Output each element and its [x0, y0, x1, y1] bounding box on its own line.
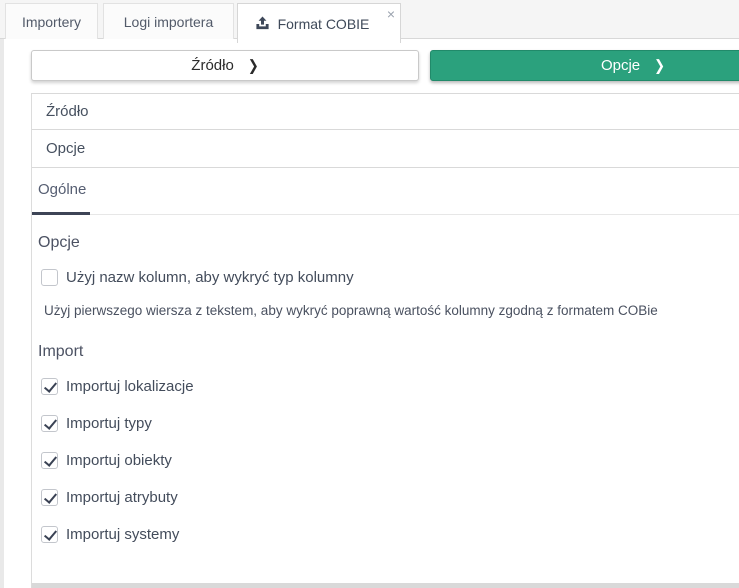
accordion-section-opcje[interactable]: Opcje: [32, 130, 739, 168]
import-objects-checkbox[interactable]: [41, 452, 58, 469]
options-step-label: Opcje: [601, 57, 640, 74]
tab-format-cobie-label: Format COBIE: [278, 16, 370, 32]
import-types-row: Importuj typy: [41, 413, 152, 433]
close-icon[interactable]: ×: [387, 7, 395, 21]
tab-logi-importera-label: Logi importera: [124, 14, 214, 30]
import-locations-row: Importuj lokalizacje: [41, 376, 194, 396]
import-attributes-row: Importuj atrybuty: [41, 487, 178, 507]
tab-importery[interactable]: Importery: [5, 3, 98, 39]
horizontal-scrollbar[interactable]: [32, 583, 739, 588]
accordion-zrodlo-label: Źródło: [46, 103, 89, 120]
import-objects-row: Importuj obiekty: [41, 450, 172, 470]
detect-column-type-row: Użyj nazw kolumn, aby wykryć typ kolumny: [41, 267, 354, 287]
chevron-right-icon: ❯: [248, 56, 259, 74]
tab-importery-label: Importery: [22, 14, 81, 30]
import-attributes-checkbox[interactable]: [41, 489, 58, 506]
import-locations-checkbox[interactable]: [41, 378, 58, 395]
source-step-button[interactable]: Źródło ❯: [31, 50, 419, 81]
left-gutter: [0, 39, 4, 588]
accordion-opcje-label: Opcje: [46, 140, 85, 157]
import-objects-label[interactable]: Importuj obiekty: [66, 452, 172, 469]
detect-column-type-checkbox[interactable]: [41, 269, 58, 286]
tab-bar: Importery Logi importera Format COBIE ×: [0, 0, 739, 39]
inner-tab-divider: [32, 214, 739, 215]
options-section-heading: Opcje: [38, 234, 80, 252]
import-systems-checkbox[interactable]: [41, 526, 58, 543]
import-systems-label[interactable]: Importuj systemy: [66, 526, 179, 543]
detect-helper-text: Użyj pierwszego wiersza z tekstem, aby w…: [44, 303, 658, 318]
import-locations-label[interactable]: Importuj lokalizacje: [66, 378, 194, 395]
source-step-label: Źródło: [191, 57, 234, 74]
tab-logi-importera[interactable]: Logi importera: [103, 3, 234, 39]
import-types-label[interactable]: Importuj typy: [66, 415, 152, 432]
accordion-section-zrodlo[interactable]: Źródło: [32, 94, 739, 130]
upload-icon: [255, 16, 270, 31]
import-systems-row: Importuj systemy: [41, 524, 179, 544]
import-attributes-label[interactable]: Importuj atrybuty: [66, 489, 178, 506]
import-section-heading: Import: [38, 343, 83, 361]
options-step-button[interactable]: Opcje ❯: [430, 50, 739, 81]
importer-window: Importery Logi importera Format COBIE × …: [0, 0, 739, 588]
import-types-checkbox[interactable]: [41, 415, 58, 432]
tab-ogolne[interactable]: Ogólne: [38, 181, 86, 198]
chevron-right-icon: ❯: [654, 56, 665, 74]
active-tab-underline: [32, 212, 90, 215]
detect-column-type-label[interactable]: Użyj nazw kolumn, aby wykryć typ kolumny: [66, 269, 354, 286]
tab-format-cobie[interactable]: Format COBIE ×: [237, 3, 401, 43]
options-panel: Źródło Opcje Ogólne Opcje Użyj nazw kolu…: [31, 93, 739, 588]
